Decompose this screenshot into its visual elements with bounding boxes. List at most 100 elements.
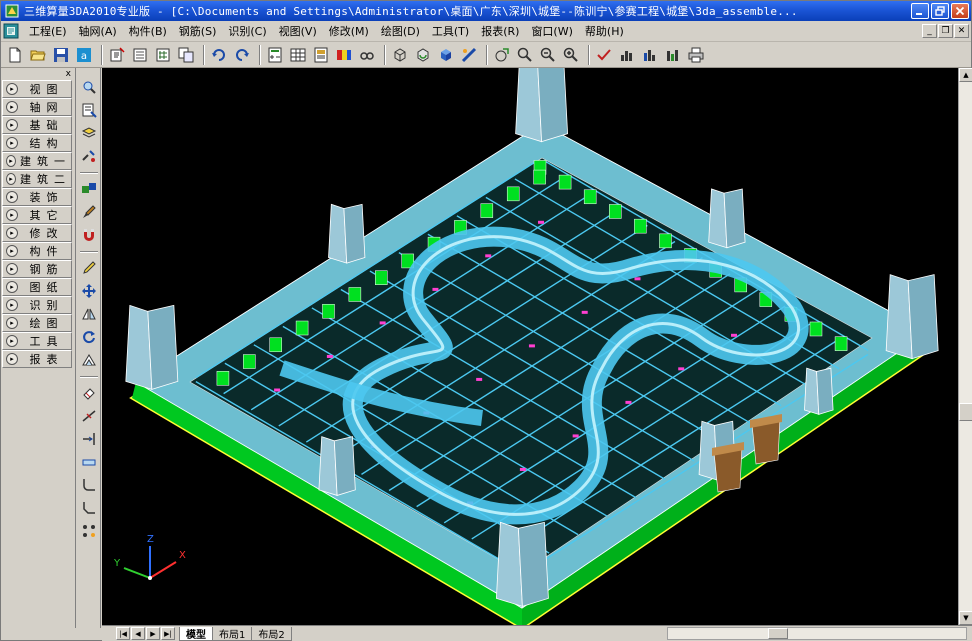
3d-rotate-icon[interactable] — [413, 45, 433, 65]
break-icon[interactable] — [80, 453, 98, 471]
layout-tab[interactable]: 布局1 — [212, 626, 253, 641]
horizontal-scroll-thumb[interactable] — [768, 628, 788, 639]
zoom-extent-icon[interactable] — [561, 45, 581, 65]
scroll-down-button[interactable]: ▼ — [959, 611, 972, 625]
open-folder-icon[interactable] — [28, 45, 48, 65]
doc-minimize-button[interactable]: _ — [922, 24, 937, 38]
nav-item[interactable]: ▸ 报表 — [2, 350, 72, 368]
select-icon[interactable] — [80, 78, 98, 96]
menu-item[interactable]: 钢筋(S) — [173, 23, 223, 39]
trim-icon[interactable] — [80, 407, 98, 425]
tab-first-button[interactable]: |◀ — [116, 627, 130, 640]
doc-restore-button[interactable]: ❐ — [938, 24, 953, 38]
pan-icon[interactable] — [492, 45, 512, 65]
pencil-icon[interactable] — [80, 259, 98, 277]
match-icon[interactable] — [80, 147, 98, 165]
nav-item[interactable]: ▸ 建筑二 — [2, 170, 72, 188]
legend-icon[interactable] — [334, 45, 354, 65]
copy-icon[interactable] — [176, 45, 196, 65]
model-viewport[interactable]: Z X Y — [102, 68, 958, 625]
menu-item[interactable]: 窗口(W) — [525, 23, 578, 39]
mirror-icon[interactable] — [80, 305, 98, 323]
nav-item[interactable]: ▸ 装饰 — [2, 188, 72, 206]
layer-icon[interactable] — [80, 124, 98, 142]
magnet-icon[interactable] — [80, 226, 98, 244]
menu-item[interactable]: 绘图(D) — [375, 23, 426, 39]
nav-item[interactable]: ▸ 建筑一 — [2, 152, 72, 170]
nav-item[interactable]: ▸ 钢筋 — [2, 260, 72, 278]
menu-item[interactable]: 帮助(H) — [579, 23, 630, 39]
tab-next-button[interactable]: ▶ — [146, 627, 160, 640]
calculate-icon[interactable] — [265, 45, 285, 65]
nav-item[interactable]: ▸ 其它 — [2, 206, 72, 224]
export-icon[interactable] — [130, 45, 150, 65]
doc-close-button[interactable]: ✕ — [954, 24, 969, 38]
properties-icon[interactable] — [80, 101, 98, 119]
brush-icon[interactable] — [80, 203, 98, 221]
vertical-scrollbar[interactable]: ▲ ▼ — [958, 68, 972, 625]
minimize-button[interactable] — [911, 3, 929, 19]
layout-tab[interactable]: 布局2 — [251, 626, 292, 641]
rotate-icon[interactable] — [80, 328, 98, 346]
tab-prev-button[interactable]: ◀ — [131, 627, 145, 640]
document-icon[interactable] — [3, 23, 19, 39]
render-icon[interactable] — [459, 45, 479, 65]
undo-icon[interactable] — [209, 45, 229, 65]
nav-item[interactable]: ▸ 图纸 — [2, 278, 72, 296]
nav-item[interactable]: ▸ 绘图 — [2, 314, 72, 332]
menu-item[interactable]: 识别(C) — [222, 23, 272, 39]
move-icon[interactable] — [80, 282, 98, 300]
scroll-up-button[interactable]: ▲ — [959, 68, 972, 82]
layout-tab[interactable]: 模型 — [179, 626, 213, 641]
report-icon[interactable] — [311, 45, 331, 65]
solid-icon[interactable] — [436, 45, 456, 65]
nav-item[interactable]: ▸ 轴网 — [2, 98, 72, 116]
redo-icon[interactable] — [232, 45, 252, 65]
erase-icon[interactable] — [80, 384, 98, 402]
nav-item[interactable]: ▸ 基础 — [2, 116, 72, 134]
horizontal-scrollbar[interactable] — [667, 627, 967, 640]
menu-item[interactable]: 轴网(A) — [73, 23, 123, 39]
menu-item[interactable]: 报表(R) — [475, 23, 525, 39]
scroll-thumb[interactable] — [959, 403, 972, 421]
save-icon[interactable] — [51, 45, 71, 65]
panel-close-button[interactable]: x — [66, 69, 71, 79]
stats-bar-icon[interactable] — [617, 45, 637, 65]
title-bar[interactable]: 三维算量3DA2010专业版 - [C:\Documents and Setti… — [1, 1, 971, 21]
nav-item[interactable]: ▸ 识别 — [2, 296, 72, 314]
menu-item[interactable]: 工程(E) — [23, 23, 73, 39]
3d-box-icon[interactable] — [390, 45, 410, 65]
nav-item[interactable]: ▸ 工具 — [2, 332, 72, 350]
zoom-out-icon[interactable] — [538, 45, 558, 65]
nav-item[interactable]: ▸ 视图 — [2, 80, 72, 98]
array-icon[interactable] — [80, 522, 98, 540]
import-icon[interactable] — [107, 45, 127, 65]
rebar-mark — [379, 321, 386, 325]
tab-last-button[interactable]: ▶| — [161, 627, 175, 640]
settings-icon[interactable] — [153, 45, 173, 65]
print-icon[interactable] — [686, 45, 706, 65]
extend-icon[interactable] — [80, 430, 98, 448]
scale-icon[interactable] — [80, 351, 98, 369]
3d-model-canvas[interactable]: Z X Y — [102, 68, 958, 625]
menu-item[interactable]: 视图(V) — [273, 23, 323, 39]
copy-props-icon[interactable] — [80, 180, 98, 198]
stats-bar-2-icon[interactable] — [640, 45, 660, 65]
app-icon[interactable]: a — [74, 45, 94, 65]
close-button[interactable] — [951, 3, 969, 19]
new-file-icon[interactable] — [5, 45, 25, 65]
restore-button[interactable] — [931, 3, 949, 19]
fillet-icon[interactable] — [80, 476, 98, 494]
nav-item[interactable]: ▸ 构件 — [2, 242, 72, 260]
chamfer-icon[interactable] — [80, 499, 98, 517]
table-icon[interactable] — [288, 45, 308, 65]
find-icon[interactable] — [357, 45, 377, 65]
zoom-window-icon[interactable] — [515, 45, 535, 65]
nav-item[interactable]: ▸ 结构 — [2, 134, 72, 152]
menu-item[interactable]: 构件(B) — [123, 23, 173, 39]
menu-item[interactable]: 工具(T) — [426, 23, 475, 39]
nav-item[interactable]: ▸ 修改 — [2, 224, 72, 242]
check-icon[interactable] — [594, 45, 614, 65]
stats-bar-3-icon[interactable] — [663, 45, 683, 65]
menu-item[interactable]: 修改(M) — [323, 23, 375, 39]
